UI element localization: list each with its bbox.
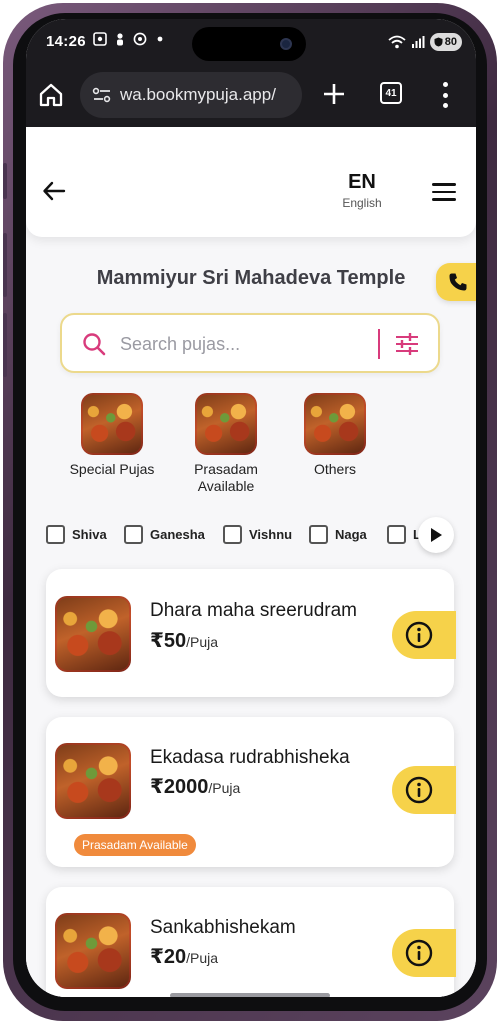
puja-name: Dhara maha sreerudram — [150, 600, 357, 621]
filter-ganesha[interactable]: Ganesha — [124, 525, 205, 544]
prasadam-badge: Prasadam Available — [74, 834, 196, 856]
page-title: Mammiyur Sri Mahadeva Temple — [96, 267, 406, 289]
filter-label: Vishnu — [249, 527, 293, 542]
price-unit: /Puja — [186, 634, 219, 650]
phone-screen: 14:26 80 wa.bookmypuja.app/ 41 EN Englis… — [26, 19, 476, 997]
whatsapp-icon — [133, 32, 147, 46]
price-unit: /Puja — [186, 950, 219, 966]
filter-label: Ganesha — [150, 527, 205, 542]
address-bar[interactable]: wa.bookmypuja.app/ — [80, 72, 302, 118]
person-icon — [117, 33, 123, 46]
filter-shiva[interactable]: Shiva — [46, 525, 107, 544]
puja-thumbnail — [55, 596, 131, 672]
category-label: Others — [313, 461, 356, 477]
signal-icon — [411, 36, 425, 48]
search-divider — [378, 329, 380, 359]
info-button[interactable] — [392, 766, 456, 814]
hamburger-menu-icon[interactable] — [432, 183, 456, 201]
filter-label: Shiva — [72, 527, 107, 542]
puja-card[interactable]: Dhara maha sreerudram ₹50/Puja — [46, 569, 456, 697]
phone-side-button — [3, 163, 7, 199]
category-row: Special Pujas Prasadam Available Others — [26, 393, 476, 503]
camera-lens — [280, 38, 292, 50]
category-prasadam-available[interactable]: Prasadam Available — [171, 393, 281, 495]
status-time: 14:26 — [46, 33, 86, 50]
filter-vishnu[interactable]: Vishnu — [223, 525, 292, 544]
category-others[interactable]: Others — [280, 393, 390, 478]
info-icon — [405, 776, 433, 804]
language-code: EN — [348, 171, 376, 193]
browser-menu-icon[interactable] — [440, 82, 450, 108]
battery-indicator: 80 — [429, 33, 462, 51]
search-input[interactable] — [120, 329, 370, 359]
filter-partial[interactable]: L — [387, 525, 421, 544]
shield-icon — [434, 37, 443, 47]
site-settings-icon[interactable] — [92, 86, 112, 104]
tab-count: 41 — [385, 87, 397, 99]
call-button[interactable] — [436, 263, 476, 301]
battery-level: 80 — [444, 36, 457, 48]
puja-thumbnail — [195, 393, 257, 455]
back-arrow-icon[interactable] — [42, 179, 66, 203]
search-icon — [83, 333, 106, 356]
search-box — [60, 313, 440, 373]
filter-naga[interactable]: Naga — [309, 525, 367, 544]
price-unit: /Puja — [208, 780, 241, 796]
puja-price: ₹50 — [150, 630, 187, 652]
system-icons: 80 — [388, 33, 462, 51]
category-label: Prasadam Available — [194, 461, 258, 494]
status-bar: 14:26 80 — [26, 19, 476, 65]
phone-icon — [449, 273, 467, 291]
deity-filter-row: Shiva Ganesha Vishnu Naga L — [26, 517, 476, 557]
puja-thumbnail — [304, 393, 366, 455]
puja-card[interactable]: Ekadasa rudrabhisheka ₹2000/Puja Prasada… — [46, 717, 456, 867]
scroll-right-button[interactable] — [418, 517, 454, 553]
app-header: EN English — [26, 127, 476, 237]
checkbox[interactable] — [309, 525, 328, 544]
checkbox[interactable] — [223, 525, 242, 544]
play-right-icon — [431, 528, 442, 542]
info-icon — [405, 621, 433, 649]
checkbox[interactable] — [124, 525, 143, 544]
browser-toolbar: wa.bookmypuja.app/ 41 — [26, 65, 476, 127]
tab-switcher-button[interactable]: 41 — [380, 82, 402, 104]
gesture-bar[interactable] — [170, 993, 330, 997]
category-special-pujas[interactable]: Special Pujas — [57, 393, 167, 478]
language-name: English — [342, 196, 382, 210]
puja-price: ₹2000 — [150, 776, 209, 798]
puja-price-row: ₹50/Puja — [150, 628, 218, 653]
info-button[interactable] — [392, 929, 456, 977]
url-text: wa.bookmypuja.app/ — [120, 85, 276, 104]
language-selector[interactable]: EN English — [336, 171, 388, 210]
phone-side-button — [3, 233, 7, 297]
wifi-icon — [388, 35, 406, 49]
notification-icons — [93, 32, 167, 46]
filter-label: Naga — [335, 527, 367, 542]
puja-price-row: ₹20/Puja — [150, 944, 218, 969]
info-button[interactable] — [392, 611, 456, 659]
puja-name: Sankabhishekam — [150, 917, 296, 938]
checkbox[interactable] — [46, 525, 65, 544]
screenshot-icon — [93, 32, 107, 46]
puja-thumbnail — [81, 393, 143, 455]
home-icon[interactable] — [38, 82, 64, 108]
page-content: EN English Mammiyur Sri Mahadeva Temple … — [26, 127, 476, 997]
new-tab-icon[interactable] — [320, 80, 348, 108]
puja-price: ₹20 — [150, 946, 187, 968]
phone-side-button — [3, 313, 7, 377]
puja-thumbnail — [55, 743, 131, 819]
checkbox[interactable] — [387, 525, 406, 544]
puja-name: Ekadasa rudrabhisheka — [150, 747, 350, 768]
puja-thumbnail — [55, 913, 131, 989]
puja-price-row: ₹2000/Puja — [150, 774, 240, 799]
camera-cutout — [192, 27, 306, 61]
filter-icon[interactable] — [394, 331, 420, 357]
info-icon — [405, 939, 433, 967]
puja-card[interactable]: Sankabhishekam ₹20/Puja — [46, 887, 456, 997]
dot-icon — [157, 36, 163, 42]
category-label: Special Pujas — [69, 461, 155, 477]
